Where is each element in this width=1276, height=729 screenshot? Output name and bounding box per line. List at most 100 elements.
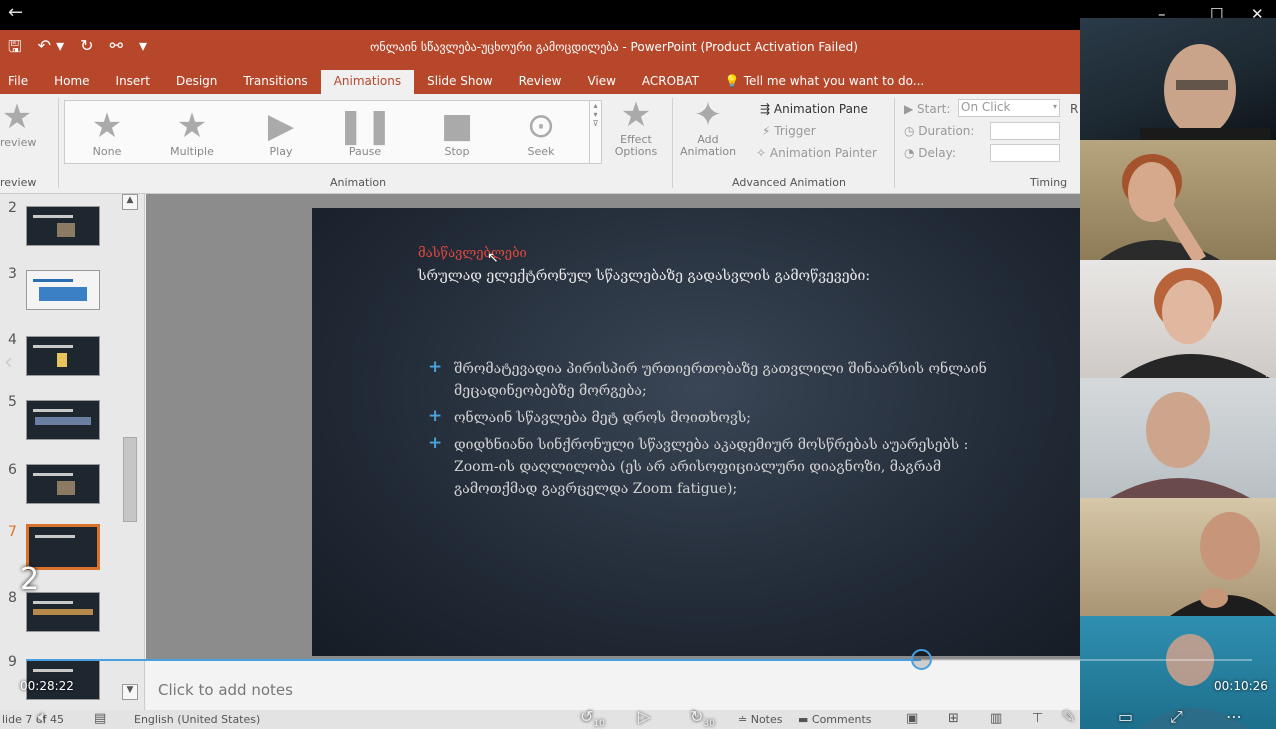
participant-video-2[interactable]: [1080, 140, 1276, 260]
gallery-scroll[interactable]: ▴ ▾ ⊽: [589, 101, 601, 163]
current-slide[interactable]: მასწავლებლები სრულად ელექტრონულ სწავლება…: [312, 208, 1080, 656]
touch-mode-icon[interactable]: ⚯: [110, 36, 123, 63]
delay-input[interactable]: [990, 144, 1060, 162]
slide-subtitle[interactable]: სრულად ელექტრონულ სწავლებაზე გადასვლის გ…: [418, 268, 870, 284]
tab-file[interactable]: File: [0, 70, 41, 94]
preview-button[interactable]: ★ review: [0, 97, 36, 149]
play-button-icon[interactable]: ▷: [638, 707, 650, 726]
previous-arrow-icon[interactable]: ‹: [4, 350, 13, 375]
animation-pane-icon: ⇶: [760, 102, 774, 116]
participant-face: [1170, 512, 1276, 616]
pen-icon[interactable]: ✎: [1062, 707, 1075, 726]
tab-design[interactable]: Design: [163, 70, 230, 94]
participant-face: [1100, 154, 1220, 260]
thumb-number: 6: [8, 462, 17, 478]
tell-me-box[interactable]: 💡 Tell me what you want to do...: [712, 70, 937, 94]
start-label: ▶ Start:: [904, 102, 951, 116]
slide-thumbnail[interactable]: [26, 336, 100, 376]
delay-label: ◔ Delay:: [904, 146, 956, 160]
progress-knob[interactable]: [910, 649, 932, 670]
trigger-button[interactable]: ⚡ Trigger: [762, 124, 816, 138]
slide-thumbnail[interactable]: [26, 464, 100, 504]
plus-bullet-icon: +: [428, 406, 443, 426]
notes-pane[interactable]: Click to add notes: [146, 660, 1080, 710]
animation-stop[interactable]: ■ Stop: [427, 107, 487, 158]
fullscreen-icon[interactable]: ⤢: [1170, 707, 1183, 727]
start-select[interactable]: On Click ▾: [958, 99, 1060, 117]
tab-slide-show[interactable]: Slide Show: [414, 70, 505, 94]
back-arrow-icon[interactable]: ←: [8, 2, 23, 23]
thumbnails-scrollbar[interactable]: ▲ ▼: [122, 194, 138, 729]
thumb-number: 9: [8, 654, 17, 670]
skip-back-button[interactable]: ↺10: [580, 707, 605, 729]
slide-thumbnail[interactable]: [26, 206, 100, 246]
participant-face: [1140, 44, 1270, 140]
undo-icon[interactable]: ↶ ▾: [38, 36, 65, 63]
animation-seek[interactable]: ⊙ Seek: [511, 107, 571, 158]
mini-view-icon[interactable]: ▭: [1118, 707, 1133, 726]
animation-none[interactable]: ★ None: [77, 107, 137, 158]
add-animation-button[interactable]: ✦ Add Animation: [680, 96, 736, 158]
divider: [58, 98, 59, 188]
elapsed-time: 00:28:22: [20, 679, 74, 693]
participant-video-3[interactable]: [1080, 260, 1276, 378]
seek-icon: ⊙: [526, 106, 556, 146]
animation-pane-button[interactable]: ⇶ Animation Pane: [760, 102, 868, 116]
add-animation-icon: ✦: [693, 95, 723, 135]
tab-acrobat[interactable]: ACROBAT: [629, 70, 712, 94]
slide-thumbnail[interactable]: [26, 400, 100, 440]
progress-track[interactable]: [26, 649, 1252, 670]
next-arrow-icon[interactable]: ›: [1264, 360, 1273, 385]
powerpoint-window: 🖫 ↶ ▾ ↻ ⚯ ▾ ონლაინ სწავლება-უცხოური გამო…: [0, 30, 1080, 729]
slide-title[interactable]: მასწავლებლები: [418, 246, 527, 261]
skip-forward-button[interactable]: ↻30: [690, 707, 715, 729]
timing-group-label: Timing: [1030, 176, 1068, 189]
participant-video-5[interactable]: [1080, 498, 1276, 616]
star-icon: ★: [91, 106, 123, 146]
tab-insert[interactable]: Insert: [103, 70, 163, 94]
notes-placeholder: Click to add notes: [158, 681, 293, 699]
thumb-number: 2: [8, 200, 17, 216]
painter-icon: ✧: [756, 146, 770, 160]
reorder-label: R: [1070, 102, 1079, 116]
mouse-cursor-icon: ↖: [487, 250, 499, 266]
slide-thumbnail[interactable]: [26, 592, 100, 632]
scroll-thumb[interactable]: [123, 437, 137, 522]
participant-face: [1110, 392, 1250, 498]
chevron-down-icon: ▾: [1052, 102, 1057, 111]
participant-video-1[interactable]: [1080, 18, 1276, 140]
animation-gallery: ★ None ★ Multiple ▶ Play ❚❚ Pause ■ Stop…: [64, 100, 602, 164]
tab-review[interactable]: Review: [506, 70, 575, 94]
slide-canvas: მასწავლებლები სრულად ელექტრონულ სწავლება…: [146, 194, 1080, 660]
duration-label: ◷ Duration:: [904, 124, 975, 138]
volume-icon[interactable]: 🔈︎: [38, 707, 48, 727]
slide-bullets[interactable]: + შრომატევადია პირისპირ ურთიერთობაზე გათვ…: [428, 357, 988, 505]
bullet-item: + დიდხნიანი სინქრონული სწავლება აკადემიურ…: [428, 433, 969, 497]
animation-multiple[interactable]: ★ Multiple: [157, 107, 227, 158]
more-options-icon[interactable]: ⋯: [1226, 707, 1242, 726]
thumb-number: 7: [8, 524, 17, 540]
slide-thumbnail[interactable]: [26, 270, 100, 310]
advanced-group-label: Advanced Animation: [732, 176, 846, 189]
star-icon: ★: [176, 106, 208, 146]
scroll-up-icon[interactable]: ▲: [122, 194, 138, 210]
remaining-time: 00:10:26: [1214, 679, 1268, 693]
save-icon[interactable]: 🖫: [8, 36, 22, 63]
duration-input[interactable]: [990, 122, 1060, 140]
tab-view[interactable]: View: [574, 70, 628, 94]
tab-home[interactable]: Home: [41, 70, 102, 94]
player-controls: 🔈︎ ↺10 ▷ ↻30 ✎ ▭ ⤢ ⋯: [0, 707, 1276, 729]
tab-animations[interactable]: Animations: [320, 70, 415, 94]
animation-painter-button[interactable]: ✧ Animation Painter: [756, 146, 877, 160]
participant-video-4[interactable]: [1080, 378, 1276, 498]
bullet-item: + შრომატევადია პირისპირ ურთიერთობაზე გათვ…: [428, 357, 987, 399]
animation-pause[interactable]: ❚❚ Pause: [335, 107, 395, 158]
pause-icon: ❚❚: [336, 106, 394, 146]
preview-star-icon: ★: [1, 97, 33, 137]
animation-play[interactable]: ▶ Play: [251, 107, 311, 158]
effect-options-button[interactable]: ★ Effect Options: [612, 96, 660, 158]
customize-qat-icon[interactable]: ▾: [139, 36, 147, 63]
scroll-down-icon[interactable]: ▼: [122, 684, 138, 700]
tab-transitions[interactable]: Transitions: [230, 70, 320, 94]
redo-icon[interactable]: ↻: [80, 36, 93, 63]
